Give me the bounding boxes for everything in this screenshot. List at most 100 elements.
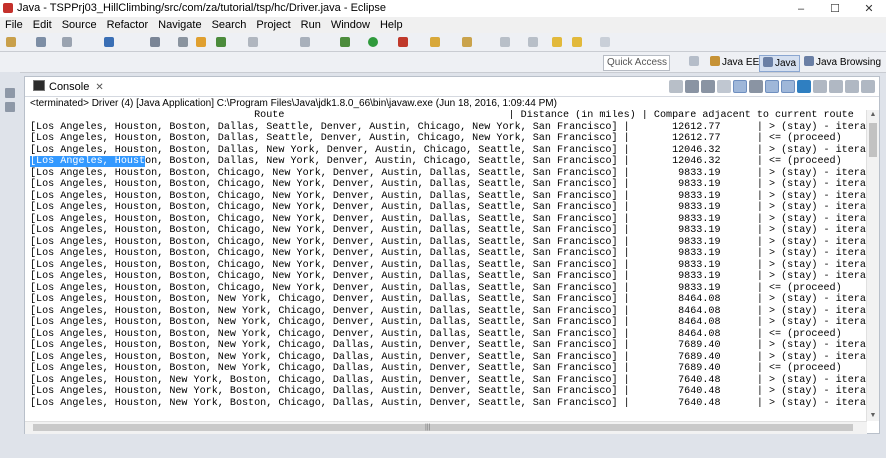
search-icon[interactable] xyxy=(500,37,510,47)
console-line: [Los Angeles, Houston, Boston, Dallas, S… xyxy=(30,121,879,133)
clear-console-icon[interactable] xyxy=(717,80,731,93)
web-browser-icon[interactable] xyxy=(104,37,114,47)
save-all-icon[interactable] xyxy=(62,37,72,47)
minimize-button[interactable]: – xyxy=(784,0,818,17)
menu-refactor[interactable]: Refactor xyxy=(102,17,154,33)
java-perspective-icon xyxy=(763,57,773,67)
open-type-icon[interactable] xyxy=(430,37,440,47)
console-output[interactable]: Route | Distance (in miles) | Compare ad… xyxy=(25,110,879,421)
scroll-up-icon[interactable]: ▲ xyxy=(868,110,878,120)
console-line: [Los Angeles, Houston, Boston, New York,… xyxy=(30,294,879,305)
vertical-scroll-thumb[interactable] xyxy=(869,123,877,157)
tab-console[interactable]: Console ✕ xyxy=(29,79,108,95)
console-line: [Los Angeles, Houston, Boston, Chicago, … xyxy=(30,282,842,294)
console-line: [Los Angeles, Houston, Boston, Dallas, N… xyxy=(25,156,879,168)
horizontal-scrollbar[interactable]: ||| xyxy=(25,421,867,434)
show-on-output-icon[interactable] xyxy=(765,80,779,93)
task-icon[interactable] xyxy=(300,37,310,47)
view-tab-bar: Console ✕ xyxy=(25,77,879,97)
console-line: [Los Angeles, Houston, Boston, Chicago, … xyxy=(30,225,879,236)
console-tab-label: Console xyxy=(49,81,90,93)
scroll-lock-icon[interactable] xyxy=(733,80,747,93)
status-bar xyxy=(0,438,886,458)
console-line: [Los Angeles, Houston, Boston, Chicago, … xyxy=(30,190,879,202)
maximize-view-icon[interactable] xyxy=(861,80,875,93)
console-line: [Los Angeles, Houston, Boston, New York,… xyxy=(30,317,879,328)
show-on-error-icon[interactable] xyxy=(781,80,795,93)
perspective-java-browsing[interactable]: Java Browsing xyxy=(801,55,884,70)
menu-edit[interactable]: Edit xyxy=(28,17,57,33)
java-ee-icon xyxy=(710,56,720,66)
refresh-icon[interactable] xyxy=(216,37,226,47)
skip-breakpoints-icon[interactable] xyxy=(178,37,188,47)
vertical-scrollbar[interactable]: ▲ ▼ xyxy=(866,110,879,421)
perspective-java-ee[interactable]: Java EE xyxy=(707,55,762,70)
menu-source[interactable]: Source xyxy=(57,17,102,33)
menu-navigate[interactable]: Navigate xyxy=(153,17,206,33)
save-icon[interactable] xyxy=(36,37,46,47)
run-icon[interactable] xyxy=(368,37,378,47)
console-line: [Los Angeles, Houston, Boston, New York,… xyxy=(30,305,879,317)
open-task-icon[interactable] xyxy=(462,37,472,47)
open-console-icon[interactable] xyxy=(150,37,160,47)
menu-project[interactable]: Project xyxy=(251,17,295,33)
menu-bar: File Edit Source Refactor Navigate Searc… xyxy=(0,17,886,33)
forward-icon[interactable] xyxy=(600,37,610,47)
console-line: [Los Angeles, Houston, New York, Boston,… xyxy=(30,386,879,397)
main-toolbar xyxy=(0,33,886,52)
console-line: [Los Angeles, Houston, Boston, New York,… xyxy=(30,340,879,351)
menu-run[interactable]: Run xyxy=(296,17,326,33)
console-toolbar xyxy=(669,80,875,93)
quick-access-input[interactable]: Quick Access xyxy=(603,55,670,71)
console-line: [Los Angeles, Houston, New York, Boston,… xyxy=(30,374,879,386)
console-icon xyxy=(33,80,45,91)
external-tools-icon[interactable] xyxy=(398,37,408,47)
perspective-java[interactable]: Java xyxy=(759,55,801,72)
terminated-status: <terminated> Driver (4) [Java Applicatio… xyxy=(30,98,557,109)
console-line: [Los Angeles, Houston, New York, Boston,… xyxy=(30,397,879,409)
open-console-dropdown-icon[interactable] xyxy=(829,80,843,93)
console-line: [Los Angeles, Houston, Boston, New York,… xyxy=(30,351,879,363)
console-line: [Los Angeles, Houston, Boston, Chicago, … xyxy=(30,236,879,248)
window-title: Java - TSPPrj03_HillClimbing/src/com/za/… xyxy=(17,2,387,14)
close-button[interactable]: ✕ xyxy=(852,0,886,17)
remove-all-icon[interactable] xyxy=(701,80,715,93)
build-icon[interactable] xyxy=(248,37,258,47)
eclipse-java-icon xyxy=(3,3,13,13)
new-icon[interactable] xyxy=(6,37,16,47)
console-line: [Los Angeles, Houston, Boston, Dallas, S… xyxy=(30,133,842,144)
console-line: [Los Angeles, Houston, Boston, Chicago, … xyxy=(30,179,879,190)
debug-icon[interactable] xyxy=(340,37,350,47)
restore-icon[interactable] xyxy=(5,88,15,98)
open-perspective-button[interactable] xyxy=(686,55,704,70)
scroll-down-icon[interactable]: ▼ xyxy=(868,411,878,421)
last-edit-icon[interactable] xyxy=(552,37,562,47)
back-icon[interactable] xyxy=(572,37,582,47)
minimized-stack xyxy=(0,72,20,458)
display-console-icon[interactable] xyxy=(813,80,827,93)
close-tab-icon[interactable]: ✕ xyxy=(95,82,103,93)
horizontal-scroll-thumb[interactable] xyxy=(33,424,853,431)
perspective-bar: Quick Access Java EE Java Java Browsing xyxy=(0,52,886,73)
java-browsing-icon xyxy=(804,56,814,66)
console-line: [Los Angeles, Houston, Boston, Chicago, … xyxy=(30,213,879,225)
word-wrap-icon[interactable] xyxy=(749,80,763,93)
server-icon[interactable] xyxy=(196,37,206,47)
menu-help[interactable]: Help xyxy=(375,17,408,33)
menu-search[interactable]: Search xyxy=(207,17,252,33)
maximize-button[interactable]: ☐ xyxy=(818,0,852,17)
menu-file[interactable]: File xyxy=(0,17,28,33)
menu-window[interactable]: Window xyxy=(326,17,375,33)
remove-launch-icon[interactable] xyxy=(685,80,699,93)
pin-console-icon[interactable] xyxy=(797,80,811,93)
minimize-view-icon[interactable] xyxy=(845,80,859,93)
console-line: [Los Angeles, Houston, Boston, Chicago, … xyxy=(30,202,879,213)
open-perspective-icon xyxy=(689,56,699,66)
window-controls: – ☐ ✕ xyxy=(784,0,886,17)
package-explorer-icon[interactable] xyxy=(5,102,15,112)
selected-text[interactable]: [Los Angeles, Houst xyxy=(30,156,146,167)
terminate-icon[interactable] xyxy=(669,80,683,93)
perspective-java-browsing-label: Java Browsing xyxy=(816,57,882,68)
annotation-next-icon[interactable] xyxy=(528,37,538,47)
console-line: [Los Angeles, Houston, Boston, Dallas, N… xyxy=(30,144,879,156)
